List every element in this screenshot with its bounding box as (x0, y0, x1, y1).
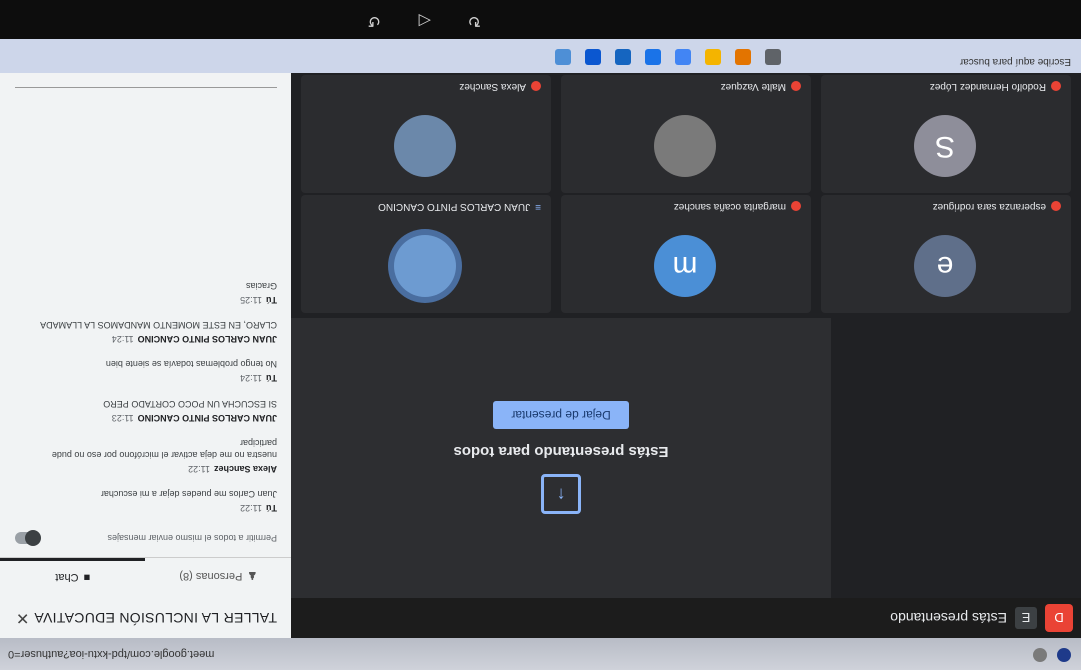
chat-message: Tú11:22 Juan Carlos me puedes dejar a mi… (100, 489, 277, 513)
mic-off-icon (1051, 201, 1061, 212)
participant-name: Rodolfo Hernandez López (930, 81, 1061, 92)
tab-chat[interactable]: ■ Chat (0, 558, 146, 594)
word-icon[interactable] (585, 49, 601, 65)
people-icon: ♟ (247, 569, 258, 582)
avatar (654, 115, 716, 177)
avatar (394, 235, 456, 297)
stop-presenting-button[interactable]: Dejar de presentar (493, 401, 629, 430)
mic-off-icon (791, 81, 801, 92)
mail-icon[interactable] (555, 49, 571, 65)
chat-message: Alexa Sanchez11:22 nuestra no me deja ac… (51, 437, 277, 474)
participant-tile[interactable]: e esperanza sara rodriguez (821, 195, 1071, 313)
participant-tile[interactable]: Alexa Sanchez (301, 75, 551, 193)
avatar: m (654, 235, 716, 297)
speaking-icon: ≡ (535, 201, 541, 212)
rotate-icon: ↺ (367, 12, 381, 29)
mic-off-icon (1051, 81, 1061, 92)
side-panel: TALLER LA INCLUSIÓN EDUCATIVA ✕ ♟ Persona… (0, 73, 291, 638)
presenting-card: ↑ Estás presentando para todos Dejar de … (291, 318, 831, 598)
participant-tile[interactable]: Malte Vazquez (561, 75, 811, 193)
participant-name: ≡ JUAN CARLOS PINTO CANCINO (378, 201, 541, 212)
extension-icon (1033, 648, 1047, 662)
meeting-title: TALLER LA INCLUSIÓN EDUCATIVA (34, 610, 277, 626)
meet-window: D E Estás presentando ↑ Estás presentand… (0, 73, 1081, 638)
present-screen-icon: ↑ (541, 474, 581, 515)
chat-message: Tú11:24 No tengo problemas todavía se si… (105, 359, 277, 384)
participant-tile[interactable]: S Rodolfo Hernandez López (821, 75, 1071, 193)
mic-off-icon (531, 81, 541, 92)
avatar: e (914, 235, 976, 297)
participant-name: margarita ocaña sanchez (674, 201, 801, 212)
browser-icon[interactable] (735, 49, 751, 65)
avatar: S (914, 115, 976, 177)
presenting-title: Estás presentando para todos (453, 443, 669, 461)
url-text[interactable]: meet.google.com/tpd-kxtu-ioa?authuser=0 (8, 648, 214, 660)
chat-permission-row: Permitir a todos el mismo enviar mensaje… (15, 532, 277, 544)
participant-name: esperanza sara rodriguez (933, 201, 1061, 212)
panel-tabs: ♟ Personas (8) ■ Chat (0, 557, 291, 594)
mic-off-icon (791, 201, 801, 212)
record-badge: D (1045, 604, 1073, 632)
presenting-label: Estás presentando (890, 610, 1007, 626)
participant-name: Alexa Sanchez (459, 81, 541, 92)
photo-frame: meet.google.com/tpd-kxtu-ioa?authuser=0 … (0, 0, 1081, 670)
taskbar-search[interactable]: Escribe aquí para buscar (960, 56, 1071, 67)
rotate-icon: ↻ (467, 12, 481, 29)
store-icon[interactable] (615, 49, 631, 65)
presenting-badge: D E Estás presentando (890, 604, 1073, 632)
participant-name: Malte Vazquez (721, 81, 801, 92)
task-view-icon[interactable] (765, 49, 781, 65)
chat-compose-input[interactable] (15, 87, 277, 110)
browser-icon (1057, 648, 1071, 662)
participant-grid: e esperanza sara rodriguez m margarita o… (291, 73, 1081, 318)
folder-icon[interactable] (705, 49, 721, 65)
chat-permission-label: Permitir a todos el mismo enviar mensaje… (107, 533, 277, 543)
chrome-icon[interactable] (675, 49, 691, 65)
chat-messages: Tú11:22 Juan Carlos me puedes dejar a mi… (15, 266, 277, 513)
presenter-initial: E (1015, 607, 1037, 629)
chat-permission-toggle[interactable] (15, 532, 39, 544)
windows-taskbar: Escribe aquí para buscar (0, 39, 1081, 73)
laptop-bezel: ↻ ◁ ↺ (0, 0, 1081, 39)
rotated-screen: meet.google.com/tpd-kxtu-ioa?authuser=0 … (0, 0, 1081, 670)
tab-people[interactable]: ♟ Personas (8) (146, 558, 292, 594)
chat-message: JUAN CARLOS PINTO CANCINO11:23 SI ESCUCH… (103, 398, 277, 423)
edge-icon[interactable] (645, 49, 661, 65)
back-icon: ◁ (418, 12, 431, 29)
avatar (394, 115, 456, 177)
participant-tile[interactable]: m margarita ocaña sanchez (561, 195, 811, 313)
chat-message: Tú11:25 Gracias (240, 281, 277, 306)
close-icon[interactable]: ✕ (16, 608, 29, 628)
chat-icon: ■ (83, 571, 91, 584)
chat-message: JUAN CARLOS PINTO CANCINO11:24 CLARO, EN… (40, 320, 277, 345)
participant-tile[interactable]: ≡ JUAN CARLOS PINTO CANCINO (301, 195, 551, 313)
address-bar: meet.google.com/tpd-kxtu-ioa?authuser=0 (0, 638, 1081, 670)
